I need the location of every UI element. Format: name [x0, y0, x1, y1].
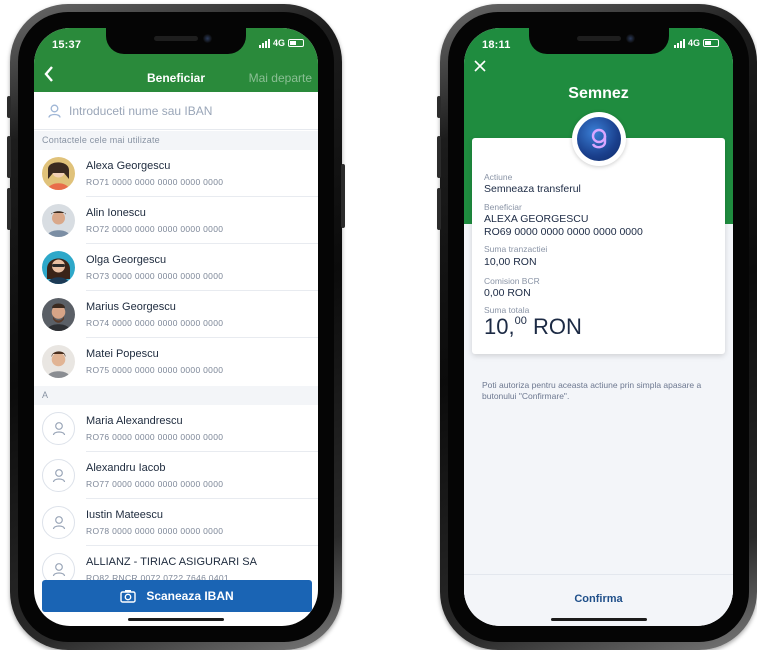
- battery-icon: [288, 39, 304, 47]
- authorization-note: Poti autoriza pentru aceasta actiune pri…: [482, 380, 702, 401]
- contact-iban: RO73 0000 0000 0000 0000 0000: [86, 271, 224, 281]
- avatar: [42, 345, 75, 378]
- total-decimals: 00: [514, 315, 527, 327]
- stage: 15:37 4G Beneficiar Mai departe Introduc…: [0, 0, 757, 650]
- contact-name: ALLIANZ - TIRIAC ASIGURARI SA: [86, 556, 257, 568]
- person-icon: [52, 469, 65, 483]
- person-icon: [48, 104, 61, 118]
- beneficiary-iban: RO69 0000 0000 0000 0000 0000: [484, 226, 643, 238]
- logo-badge: [571, 112, 626, 166]
- avatar: [42, 204, 75, 237]
- volume-up-button: [437, 136, 441, 178]
- section-header-a: A: [34, 386, 318, 405]
- close-icon: [474, 60, 486, 72]
- action-label: Actiune: [484, 172, 513, 182]
- network-type: 4G: [687, 38, 700, 48]
- signal-icon: [258, 38, 270, 48]
- avatar: [42, 251, 75, 284]
- contact-row[interactable]: Marius Georgescu RO74 0000 0000 0000 000…: [34, 291, 318, 338]
- contact-row[interactable]: Olga Georgescu RO73 0000 0000 0000 0000 …: [34, 244, 318, 291]
- page-title: Semnez: [568, 85, 629, 102]
- fee-value: 0,00 RON: [484, 287, 531, 299]
- person-icon: [52, 422, 65, 436]
- contact-name: Iustin Mateescu: [86, 509, 164, 521]
- contact-iban: RO76 0000 0000 0000 0000 0000: [86, 432, 224, 442]
- contact-name: Matei Popescu: [86, 348, 159, 360]
- home-indicator: [128, 618, 224, 621]
- mute-switch: [7, 96, 11, 118]
- contact-iban: RO77 0000 0000 0000 0000 0000: [86, 479, 224, 489]
- scan-iban-label: Scaneaza IBAN: [146, 589, 234, 603]
- contact-iban: RO71 0000 0000 0000 0000 0000: [86, 177, 224, 187]
- volume-down-button: [7, 188, 11, 230]
- george-logo-icon: [576, 117, 621, 161]
- volume-up-button: [7, 136, 11, 178]
- scan-iban-button[interactable]: Scaneaza IBAN: [42, 580, 312, 612]
- amount-value: 10,00 RON: [484, 256, 537, 268]
- section-header-frequent: Contactele cele mai utilizate: [34, 131, 318, 150]
- contact-name: Marius Georgescu: [86, 301, 176, 313]
- home-indicator: [550, 618, 647, 621]
- action-value: Semneaza transferul: [484, 183, 581, 195]
- contact-iban: RO78 0000 0000 0000 0000 0000: [86, 526, 224, 536]
- contact-row[interactable]: Alexandru Iacob RO77 0000 0000 0000 0000…: [34, 452, 318, 499]
- contact-row[interactable]: Maria Alexandrescu RO76 0000 0000 0000 0…: [34, 405, 318, 452]
- contact-name: Alexa Georgescu: [86, 160, 171, 172]
- phone-left: 15:37 4G Beneficiar Mai departe Introduc…: [7, 4, 345, 650]
- footer-bar: Confirma: [464, 574, 733, 624]
- power-button: [341, 164, 345, 228]
- confirm-button[interactable]: Confirma: [464, 593, 733, 605]
- contact-iban: RO74 0000 0000 0000 0000 0000: [86, 318, 224, 328]
- search-input[interactable]: Introduceti nume sau IBAN: [34, 92, 318, 130]
- beneficiary-label: Beneficiar: [484, 202, 522, 212]
- avatar-placeholder: [42, 459, 75, 492]
- avatar-placeholder: [42, 412, 75, 445]
- transaction-card: Actiune Semneaza transferul Beneficiar A…: [472, 138, 725, 354]
- amount-label: Suma tranzactiei: [484, 244, 548, 254]
- person-icon: [52, 563, 65, 577]
- battery-icon: [703, 39, 719, 47]
- status-indicators: 4G: [673, 38, 719, 48]
- contact-iban: RO75 0000 0000 0000 0000 0000: [86, 365, 224, 375]
- search-placeholder: Introduceti nume sau IBAN: [69, 103, 213, 118]
- contact-row[interactable]: Iustin Mateescu RO78 0000 0000 0000 0000…: [34, 499, 318, 546]
- beneficiary-name: ALEXA GEORGESCU: [484, 213, 589, 225]
- screen-beneficiar: 15:37 4G Beneficiar Mai departe Introduc…: [34, 28, 318, 626]
- signal-icon: [673, 38, 685, 48]
- total-amount: 10,00 RON: [484, 314, 582, 340]
- total-int: 10,: [484, 314, 515, 339]
- mute-switch: [437, 96, 441, 118]
- volume-down-button: [437, 188, 441, 230]
- status-time: 15:37: [52, 39, 82, 51]
- contact-name: Olga Georgescu: [86, 254, 167, 266]
- contact-iban: RO72 0000 0000 0000 0000 0000: [86, 224, 224, 234]
- contact-name: Alin Ionescu: [86, 207, 146, 219]
- avatar: [42, 298, 75, 331]
- contact-row[interactable]: Matei Popescu RO75 0000 0000 0000 0000 0…: [34, 338, 318, 385]
- notch: [528, 28, 669, 54]
- person-icon: [52, 516, 65, 530]
- phone-right: 18:11 4G Semnez Actiune Semneaza transfe…: [437, 4, 757, 650]
- avatar: [42, 157, 75, 190]
- status-indicators: 4G: [258, 38, 304, 48]
- notch: [106, 28, 246, 54]
- contact-name: Alexandru Iacob: [86, 462, 166, 474]
- network-type: 4G: [272, 38, 285, 48]
- status-time: 18:11: [482, 39, 511, 51]
- avatar-placeholder: [42, 506, 75, 539]
- next-button[interactable]: Mai departe: [249, 71, 312, 85]
- contact-row[interactable]: Alexa Georgescu RO71 0000 0000 0000 0000…: [34, 150, 318, 197]
- screen-semnez: 18:11 4G Semnez Actiune Semneaza transfe…: [464, 28, 733, 626]
- contact-name: Maria Alexandrescu: [86, 415, 183, 427]
- total-currency: RON: [532, 314, 582, 339]
- close-button[interactable]: [474, 60, 486, 76]
- camera-icon: [120, 590, 137, 603]
- contact-row[interactable]: Alin Ionescu RO72 0000 0000 0000 0000 00…: [34, 197, 318, 244]
- fee-label: Comision BCR: [484, 276, 540, 286]
